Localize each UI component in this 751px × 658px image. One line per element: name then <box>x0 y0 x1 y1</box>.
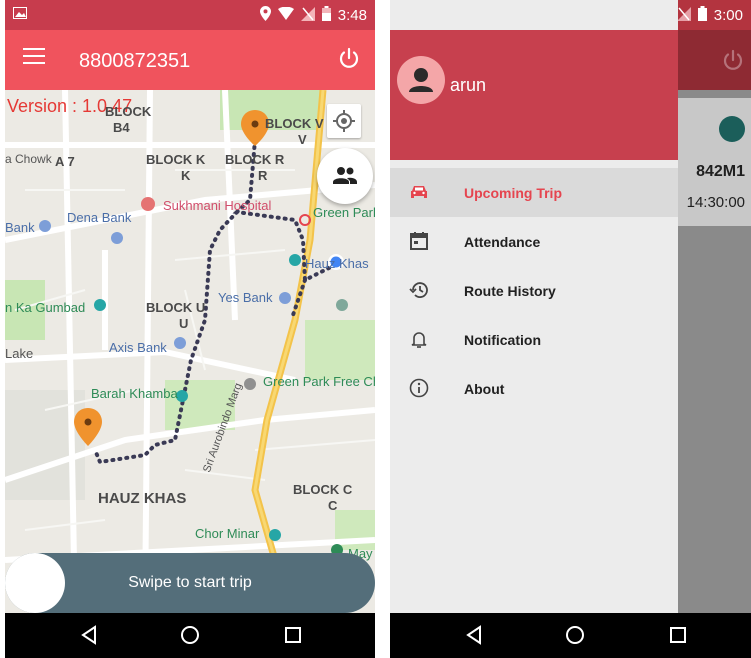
swipe-label: Swipe to start trip <box>128 574 252 591</box>
power-icon[interactable] <box>337 46 361 70</box>
trip-number: 842M1 <box>696 163 745 180</box>
map-label: a Chowk <box>5 152 52 166</box>
battery-icon <box>321 6 331 24</box>
map-label: V <box>298 132 307 147</box>
map-label: U <box>179 316 189 331</box>
drawer-item-route-history[interactable]: Route History <box>390 266 678 315</box>
drawer-item-notification[interactable]: Notification <box>390 315 678 364</box>
map-label: Dena Bank <box>67 210 132 225</box>
map-label: BLOCK K <box>146 152 206 167</box>
navigation-bar <box>5 613 375 658</box>
map-label: Bank <box>5 220 35 235</box>
map-label: HAUZ KHAS <box>98 490 187 507</box>
drawer-menu: Upcoming Trip Attendance Route History N… <box>390 168 678 413</box>
drawer-header: arun <box>390 30 678 160</box>
app-bar: 8800872351 <box>5 30 375 90</box>
status-time: 3:48 <box>337 6 367 24</box>
home-icon[interactable] <box>178 623 202 647</box>
map-label: Green Park <box>313 205 375 220</box>
navigation-bar <box>390 613 751 658</box>
trip-time: 14:30:00 <box>686 194 745 211</box>
drawer-item-label: Attendance <box>464 234 541 250</box>
drawer-username: arun <box>450 75 487 95</box>
background-trip-card: 842M1 14:30:00 <box>671 98 751 226</box>
group-icon <box>333 167 357 184</box>
drawer-item-label: Notification <box>464 332 541 348</box>
info-icon <box>409 378 429 398</box>
map-label: Axis Bank <box>109 340 167 355</box>
location-icon <box>259 6 271 24</box>
no-signal-icon <box>300 6 315 24</box>
image-notification-icon <box>13 7 27 22</box>
map-label: Chor Minar <box>195 526 260 541</box>
map-label: Yes Bank <box>218 290 273 305</box>
map-label: C <box>328 498 338 513</box>
phone-number-title: 8800872351 <box>79 50 191 72</box>
back-icon[interactable] <box>77 623 101 647</box>
map-label: R <box>258 168 268 183</box>
left-screen: 3:48 8800872351 Version: 1.0.47 BLOCK B… <box>5 0 375 658</box>
back-icon[interactable] <box>462 623 486 647</box>
map-label: Green Park Free Ch <box>263 374 375 389</box>
menu-icon[interactable] <box>23 48 45 66</box>
battery-icon <box>697 6 707 24</box>
user-avatar-icon <box>409 68 433 92</box>
status-time: 3:00 <box>713 6 743 24</box>
bell-icon <box>411 332 427 348</box>
power-icon <box>723 49 743 70</box>
map-label: Barah Khamba <box>91 386 178 401</box>
drawer-item-label: Upcoming Trip <box>464 185 562 201</box>
drawer-item-label: About <box>464 381 505 397</box>
calendar-icon <box>410 232 428 250</box>
map-label: B4 <box>113 120 130 135</box>
crosshair-icon <box>333 110 355 132</box>
home-icon[interactable] <box>563 623 587 647</box>
map-view[interactable]: Version : 1.0.47 BLOCK B4 BLOCK V V a Ch… <box>5 90 375 613</box>
map-label: BLOCK U <box>146 300 206 315</box>
recents-icon[interactable] <box>281 623 305 647</box>
map-label: BLOCK C <box>293 482 353 497</box>
map-label: Lake <box>5 346 34 361</box>
recents-icon[interactable] <box>666 623 690 647</box>
no-signal-icon <box>676 6 691 24</box>
map-label: BLOCK R <box>225 152 285 167</box>
drawer-item-upcoming-trip[interactable]: Upcoming Trip <box>390 168 678 217</box>
map-label: A 7 <box>55 154 75 169</box>
map-label: Hauz Khas <box>305 256 369 271</box>
drawer-item-label: Route History <box>464 283 556 299</box>
map-label: BLOCK V <box>265 116 324 131</box>
drawer-item-attendance[interactable]: Attendance <box>390 217 678 266</box>
map-label: Sukhmani Hospital <box>163 198 272 213</box>
my-location-button[interactable] <box>327 104 361 138</box>
avatar <box>397 56 445 104</box>
map-label: K <box>181 168 191 183</box>
wifi-icon <box>277 6 294 23</box>
map-label: n Ka Gumbad <box>5 300 86 315</box>
map-label: BLOCK <box>105 104 152 119</box>
status-bar: 3:48 <box>5 0 375 30</box>
call-icon <box>719 116 745 142</box>
passengers-button[interactable] <box>317 148 373 204</box>
history-icon <box>409 282 428 298</box>
navigation-drawer: arun Upcoming Trip Attendance Route Hist… <box>390 0 678 613</box>
swipe-to-start-slider[interactable]: Swipe to start trip <box>5 553 375 613</box>
car-icon <box>411 186 427 198</box>
right-screen: 842M1 14:30:00 3:00 arun Upcoming Trip A… <box>390 0 751 658</box>
drawer-item-about[interactable]: About <box>390 364 678 413</box>
